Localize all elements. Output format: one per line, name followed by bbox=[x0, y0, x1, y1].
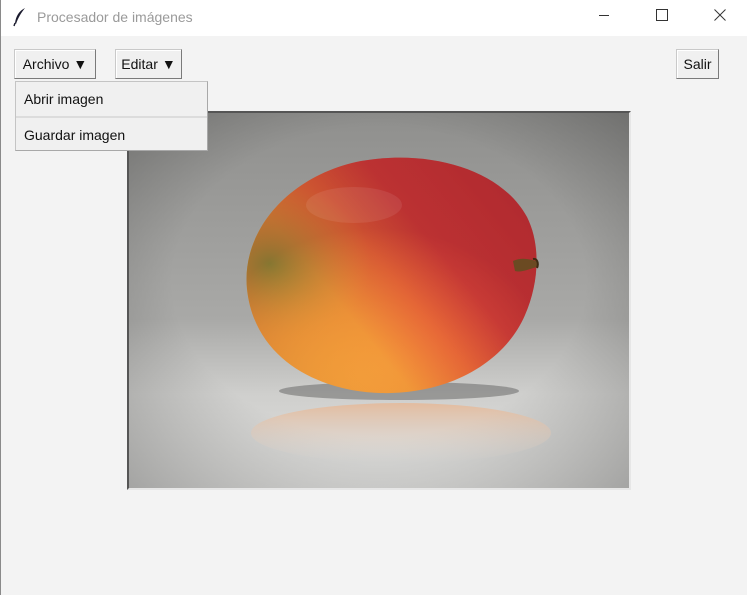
editar-label: Editar bbox=[121, 56, 158, 72]
archivo-menu-button[interactable]: Archivo ▼ bbox=[14, 49, 96, 79]
archivo-dropdown-menu: Abrir imagen Guardar imagen bbox=[15, 81, 208, 151]
menu-item-abrir-imagen[interactable]: Abrir imagen bbox=[16, 82, 207, 116]
image-canvas[interactable] bbox=[127, 111, 631, 490]
title-bar[interactable]: Procesador de imágenes bbox=[1, 0, 747, 36]
close-button[interactable] bbox=[697, 0, 743, 34]
feather-icon bbox=[13, 7, 27, 27]
mango-photo bbox=[129, 113, 629, 488]
salir-button[interactable]: Salir bbox=[676, 49, 719, 79]
minimize-icon bbox=[598, 8, 610, 26]
dropdown-arrow-icon: ▼ bbox=[73, 56, 88, 72]
menu-item-guardar-imagen[interactable]: Guardar imagen bbox=[16, 116, 207, 150]
editar-menu-button[interactable]: Editar ▼ bbox=[115, 49, 182, 79]
salir-label: Salir bbox=[683, 56, 712, 72]
archivo-label: Archivo bbox=[22, 56, 70, 72]
maximize-button[interactable] bbox=[639, 0, 685, 34]
minimize-button[interactable] bbox=[581, 0, 627, 34]
close-icon bbox=[714, 8, 726, 26]
dropdown-arrow-icon: ▼ bbox=[161, 56, 176, 72]
window-title: Procesador de imágenes bbox=[37, 9, 193, 25]
maximize-icon bbox=[656, 8, 668, 26]
app-window: Procesador de imágenes Archivo ▼ Editar bbox=[0, 0, 747, 595]
